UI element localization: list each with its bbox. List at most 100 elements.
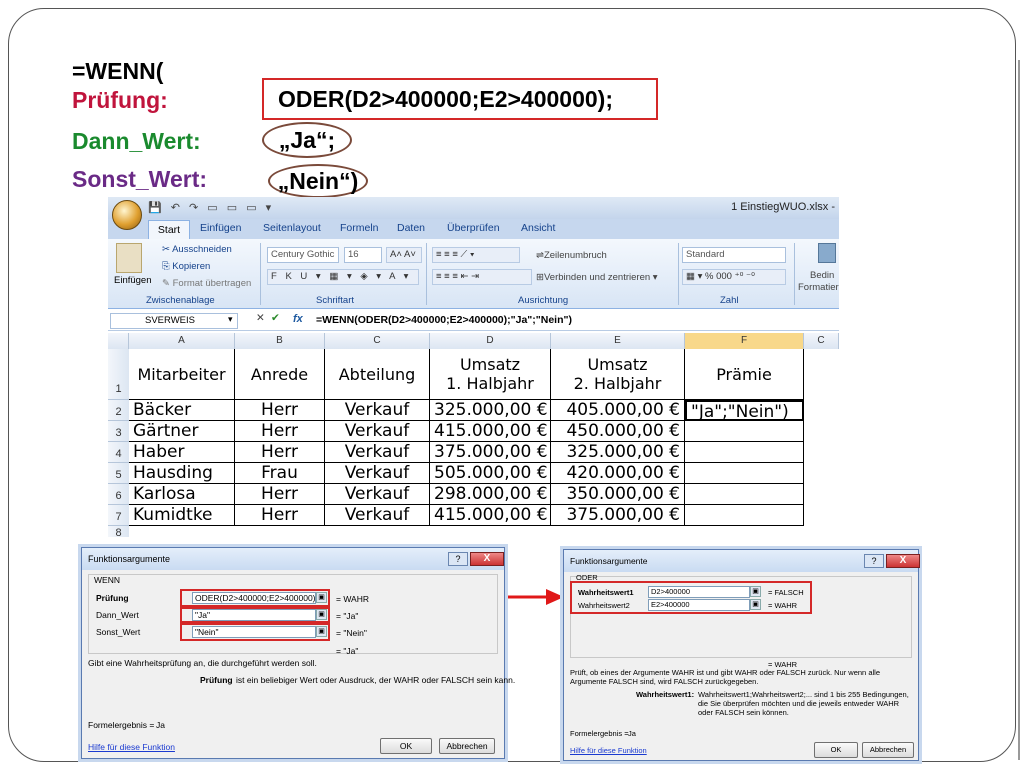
table-cell[interactable]: 420.000,00 € <box>551 463 685 484</box>
copy-button[interactable]: ⎘ Kopieren <box>162 261 210 272</box>
tab-einfuegen[interactable]: Einfügen <box>200 222 241 234</box>
format-painter-button[interactable]: ✎ Format übertragen <box>162 278 251 289</box>
table-cell[interactable]: Karlosa <box>129 484 235 505</box>
number-format-buttons[interactable]: ▦ ▾ % 000 ⁺⁰ ⁻⁰ <box>682 269 786 285</box>
row-header[interactable]: 3 <box>108 421 129 442</box>
table-cell[interactable]: 350.000,00 € <box>551 484 685 505</box>
font-size-select[interactable]: 16 <box>344 247 382 263</box>
table-cell[interactable]: Kumidtke <box>129 505 235 526</box>
column-header[interactable]: C <box>325 333 430 349</box>
table-cell[interactable]: Herr <box>235 442 325 463</box>
ok-button[interactable]: OK <box>380 738 432 754</box>
table-cell[interactable]: Gärtner <box>129 421 235 442</box>
table-cell[interactable]: 415.000,00 € <box>430 421 551 442</box>
column-header[interactable]: E <box>551 333 685 349</box>
column-header[interactable]: D <box>430 333 551 349</box>
table-cell[interactable] <box>685 442 804 463</box>
header-cell[interactable]: Umsatz 2. Halbjahr <box>551 349 685 400</box>
wrap-text-button[interactable]: ⇌Zeilenumbruch <box>536 250 607 261</box>
paste-icon[interactable] <box>116 243 142 273</box>
help-icon[interactable]: ? <box>864 554 884 568</box>
help-link[interactable]: Hilfe für diese Funktion <box>570 746 647 755</box>
confirm-icon[interactable]: ✔ <box>271 312 280 324</box>
align-buttons[interactable]: ≡ ≡ ≡ ⇤ ⇥ <box>432 269 532 285</box>
tab-seitenlayout[interactable]: Seitenlayout <box>263 222 321 234</box>
font-name-select[interactable]: Century Gothic <box>267 247 339 263</box>
table-cell[interactable]: 325.000,00 € <box>551 442 685 463</box>
tab-ansicht[interactable]: Ansicht <box>521 222 555 234</box>
close-icon[interactable]: X <box>886 554 920 568</box>
table-cell[interactable] <box>685 505 804 526</box>
table-cell[interactable]: 375.000,00 € <box>430 442 551 463</box>
header-cell[interactable]: Abteilung <box>325 349 430 400</box>
table-cell[interactable]: Verkauf <box>325 463 430 484</box>
align-top-buttons[interactable]: ≡ ≡ ≡ ⟋ ▾ <box>432 247 520 263</box>
merge-button[interactable]: ⊞Verbinden und zentrieren ▾ <box>536 272 658 283</box>
table-cell[interactable]: Verkauf <box>325 421 430 442</box>
conditional-format-label1[interactable]: Bedin <box>810 270 834 281</box>
ok-button[interactable]: OK <box>814 742 858 758</box>
conditional-format-icon[interactable] <box>818 243 836 263</box>
header-cell[interactable]: Prämie <box>685 349 804 400</box>
tab-ueberpruefen[interactable]: Überprüfen <box>447 222 500 234</box>
row-header[interactable]: 8 <box>108 526 129 537</box>
table-cell[interactable]: 415.000,00 € <box>430 505 551 526</box>
cut-button[interactable]: ✂ Ausschneiden <box>162 244 232 255</box>
header-cell[interactable]: Umsatz 1. Halbjahr <box>430 349 551 400</box>
table-cell[interactable]: Herr <box>235 505 325 526</box>
header-cell[interactable]: Mitarbeiter <box>129 349 235 400</box>
table-cell[interactable]: Bäcker <box>129 400 235 421</box>
help-icon[interactable]: ? <box>448 552 468 566</box>
quick-access-toolbar[interactable]: 💾 ↶ ↷ ▭ ▭ ▭ ▾ <box>148 201 274 214</box>
table-cell[interactable]: Verkauf <box>325 505 430 526</box>
font-grow-button[interactable]: A˄ A˅ <box>386 247 422 263</box>
column-header[interactable]: A <box>129 333 235 349</box>
active-cell[interactable]: "Ja";"Nein") <box>685 400 804 422</box>
tab-daten[interactable]: Daten <box>397 222 425 234</box>
table-cell[interactable]: Verkauf <box>325 484 430 505</box>
table-cell[interactable]: Herr <box>235 421 325 442</box>
table-cell[interactable]: 298.000,00 € <box>430 484 551 505</box>
office-button[interactable] <box>112 200 142 230</box>
table-cell[interactable]: 450.000,00 € <box>551 421 685 442</box>
insert-function-icon[interactable]: fx <box>293 313 303 325</box>
select-all[interactable] <box>108 333 129 349</box>
table-cell[interactable]: Herr <box>235 484 325 505</box>
table-cell[interactable]: 375.000,00 € <box>551 505 685 526</box>
close-icon[interactable]: X <box>470 552 504 566</box>
row-header[interactable]: 5 <box>108 463 129 484</box>
name-box-dropdown-icon[interactable]: ▾ <box>228 314 233 325</box>
table-cell[interactable]: 405.000,00 € <box>551 400 685 421</box>
table-cell[interactable] <box>685 484 804 505</box>
row-header[interactable]: 6 <box>108 484 129 505</box>
cancel-icon[interactable]: ✕ <box>256 312 265 324</box>
header-cell[interactable]: Anrede <box>235 349 325 400</box>
table-cell[interactable]: Haber <box>129 442 235 463</box>
number-format-select[interactable]: Standard <box>682 247 786 263</box>
table-cell[interactable]: Verkauf <box>325 442 430 463</box>
table-cell[interactable]: Herr <box>235 400 325 421</box>
column-header[interactable]: F <box>685 333 804 349</box>
row-header[interactable]: 2 <box>108 400 129 421</box>
row-header[interactable]: 4 <box>108 442 129 463</box>
cancel-button[interactable]: Abbrechen <box>439 738 495 754</box>
conditional-format-label2[interactable]: Formatier <box>798 282 839 293</box>
help-link[interactable]: Hilfe für diese Funktion <box>88 742 175 752</box>
table-cell[interactable]: Hausding <box>129 463 235 484</box>
name-box[interactable]: SVERWEIS <box>110 313 238 329</box>
table-cell[interactable]: Frau <box>235 463 325 484</box>
column-header[interactable]: C <box>804 333 839 349</box>
paste-button[interactable]: Einfügen <box>114 275 152 286</box>
font-style-buttons[interactable]: F K U ▾ ▦ ▾ ◈ ▾ A ▾ <box>267 269 419 285</box>
column-header[interactable]: B <box>235 333 325 349</box>
row-header[interactable]: 1 <box>108 349 129 400</box>
formula-input[interactable]: =WENN(ODER(D2>400000;E2>400000);"Ja";"Ne… <box>316 314 572 326</box>
table-cell[interactable]: 325.000,00 € <box>430 400 551 421</box>
table-cell[interactable]: Verkauf <box>325 400 430 421</box>
table-cell[interactable]: 505.000,00 € <box>430 463 551 484</box>
cancel-button[interactable]: Abbrechen <box>862 742 914 758</box>
tab-formeln[interactable]: Formeln <box>340 222 379 234</box>
table-cell[interactable] <box>685 463 804 484</box>
row-header[interactable]: 7 <box>108 505 129 526</box>
tab-start[interactable]: Start <box>148 220 190 240</box>
